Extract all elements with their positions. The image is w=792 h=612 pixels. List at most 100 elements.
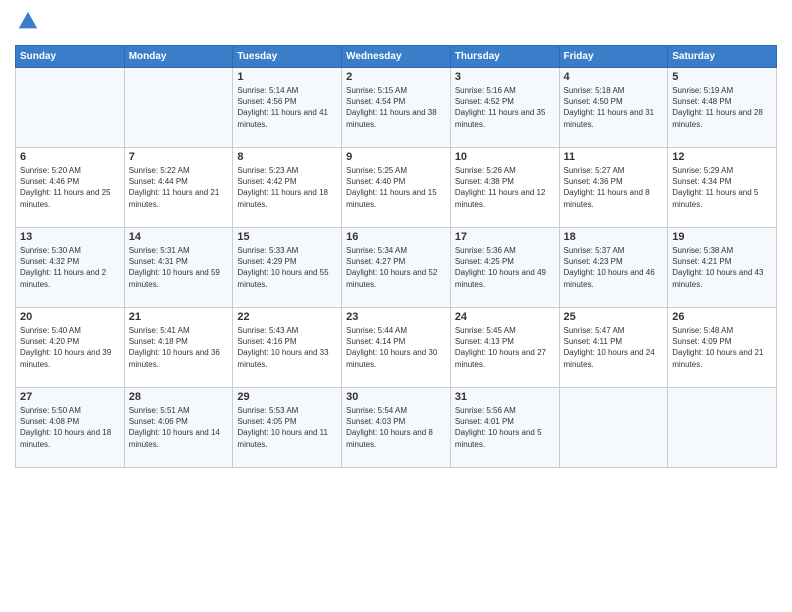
day-number: 8 bbox=[237, 151, 337, 163]
weekday-header: Thursday bbox=[450, 46, 559, 68]
day-number: 10 bbox=[455, 151, 555, 163]
day-info: Sunrise: 5:53 AM Sunset: 4:05 PM Dayligh… bbox=[237, 405, 337, 450]
day-info: Sunrise: 5:15 AM Sunset: 4:54 PM Dayligh… bbox=[346, 85, 446, 130]
calendar-cell: 25 Sunrise: 5:47 AM Sunset: 4:11 PM Dayli… bbox=[559, 308, 668, 388]
day-number: 22 bbox=[237, 311, 337, 323]
day-number: 19 bbox=[672, 231, 772, 243]
day-info: Sunrise: 5:27 AM Sunset: 4:36 PM Dayligh… bbox=[564, 165, 664, 210]
day-number: 7 bbox=[129, 151, 229, 163]
calendar-cell: 31Sunrise: 5:56 AM Sunset: 4:01 PM Dayli… bbox=[450, 388, 559, 468]
calendar-cell: 26 Sunrise: 5:48 AM Sunset: 4:09 PM Dayli… bbox=[668, 308, 777, 388]
day-number: 14 bbox=[129, 231, 229, 243]
calendar-cell: 1 Sunrise: 5:14 AM Sunset: 4:56 PM Daylig… bbox=[233, 68, 342, 148]
day-info: Sunrise: 5:33 AM Sunset: 4:29 PM Dayligh… bbox=[237, 245, 337, 290]
day-number: 26 bbox=[672, 311, 772, 323]
calendar-cell: 21 Sunrise: 5:41 AM Sunset: 4:18 PM Dayli… bbox=[124, 308, 233, 388]
calendar-cell: 12 Sunrise: 5:29 AM Sunset: 4:34 PM Dayli… bbox=[668, 148, 777, 228]
calendar-cell: 24Sunrise: 5:45 AM Sunset: 4:13 PM Dayli… bbox=[450, 308, 559, 388]
calendar-cell: 7Sunrise: 5:22 AM Sunset: 4:44 PM Daylig… bbox=[124, 148, 233, 228]
day-info: Sunrise: 5:29 AM Sunset: 4:34 PM Dayligh… bbox=[672, 165, 772, 210]
day-number: 11 bbox=[564, 151, 664, 163]
day-number: 4 bbox=[564, 71, 664, 83]
calendar-week-row: 6 Sunrise: 5:20 AM Sunset: 4:46 PM Daylig… bbox=[16, 148, 777, 228]
calendar-cell: 18Sunrise: 5:37 AM Sunset: 4:23 PM Dayli… bbox=[559, 228, 668, 308]
calendar-cell: 6 Sunrise: 5:20 AM Sunset: 4:46 PM Daylig… bbox=[16, 148, 125, 228]
header bbox=[15, 10, 777, 37]
day-info: Sunrise: 5:25 AM Sunset: 4:40 PM Dayligh… bbox=[346, 165, 446, 210]
logo bbox=[15, 10, 39, 37]
day-number: 17 bbox=[455, 231, 555, 243]
calendar-cell: 2 Sunrise: 5:15 AM Sunset: 4:54 PM Daylig… bbox=[342, 68, 451, 148]
calendar-cell: 9 Sunrise: 5:25 AM Sunset: 4:40 PM Daylig… bbox=[342, 148, 451, 228]
day-number: 3 bbox=[455, 71, 555, 83]
weekday-header: Tuesday bbox=[233, 46, 342, 68]
weekday-header: Monday bbox=[124, 46, 233, 68]
calendar-week-row: 13 Sunrise: 5:30 AM Sunset: 4:32 PM Dayli… bbox=[16, 228, 777, 308]
day-number: 23 bbox=[346, 311, 446, 323]
day-number: 13 bbox=[20, 231, 120, 243]
calendar-cell: 19 Sunrise: 5:38 AM Sunset: 4:21 PM Dayli… bbox=[668, 228, 777, 308]
day-info: Sunrise: 5:23 AM Sunset: 4:42 PM Dayligh… bbox=[237, 165, 337, 210]
day-info: Sunrise: 5:20 AM Sunset: 4:46 PM Dayligh… bbox=[20, 165, 120, 210]
day-number: 27 bbox=[20, 391, 120, 403]
day-number: 30 bbox=[346, 391, 446, 403]
day-number: 31 bbox=[455, 391, 555, 403]
day-info: Sunrise: 5:30 AM Sunset: 4:32 PM Dayligh… bbox=[20, 245, 120, 290]
day-info: Sunrise: 5:37 AM Sunset: 4:23 PM Dayligh… bbox=[564, 245, 664, 290]
calendar-page: SundayMondayTuesdayWednesdayThursdayFrid… bbox=[0, 0, 792, 612]
logo-icon bbox=[17, 10, 39, 32]
calendar-cell bbox=[668, 388, 777, 468]
calendar-cell: 28 Sunrise: 5:51 AM Sunset: 4:06 PM Dayli… bbox=[124, 388, 233, 468]
day-number: 1 bbox=[237, 71, 337, 83]
day-info: Sunrise: 5:48 AM Sunset: 4:09 PM Dayligh… bbox=[672, 325, 772, 370]
day-number: 2 bbox=[346, 71, 446, 83]
weekday-header: Friday bbox=[559, 46, 668, 68]
day-info: Sunrise: 5:50 AM Sunset: 4:08 PM Dayligh… bbox=[20, 405, 120, 450]
weekday-header: Wednesday bbox=[342, 46, 451, 68]
day-number: 15 bbox=[237, 231, 337, 243]
day-info: Sunrise: 5:34 AM Sunset: 4:27 PM Dayligh… bbox=[346, 245, 446, 290]
day-info: Sunrise: 5:26 AM Sunset: 4:38 PM Dayligh… bbox=[455, 165, 555, 210]
calendar-cell: 5Sunrise: 5:19 AM Sunset: 4:48 PM Daylig… bbox=[668, 68, 777, 148]
calendar-week-row: 1 Sunrise: 5:14 AM Sunset: 4:56 PM Daylig… bbox=[16, 68, 777, 148]
day-info: Sunrise: 5:43 AM Sunset: 4:16 PM Dayligh… bbox=[237, 325, 337, 370]
calendar-cell: 3 Sunrise: 5:16 AM Sunset: 4:52 PM Daylig… bbox=[450, 68, 559, 148]
day-number: 5 bbox=[672, 71, 772, 83]
calendar-cell: 4Sunrise: 5:18 AM Sunset: 4:50 PM Daylig… bbox=[559, 68, 668, 148]
calendar-week-row: 20Sunrise: 5:40 AM Sunset: 4:20 PM Dayli… bbox=[16, 308, 777, 388]
day-number: 29 bbox=[237, 391, 337, 403]
calendar-cell: 17Sunrise: 5:36 AM Sunset: 4:25 PM Dayli… bbox=[450, 228, 559, 308]
day-number: 6 bbox=[20, 151, 120, 163]
day-number: 16 bbox=[346, 231, 446, 243]
calendar-cell bbox=[16, 68, 125, 148]
calendar-cell: 16 Sunrise: 5:34 AM Sunset: 4:27 PM Dayli… bbox=[342, 228, 451, 308]
day-info: Sunrise: 5:16 AM Sunset: 4:52 PM Dayligh… bbox=[455, 85, 555, 130]
day-info: Sunrise: 5:47 AM Sunset: 4:11 PM Dayligh… bbox=[564, 325, 664, 370]
day-info: Sunrise: 5:14 AM Sunset: 4:56 PM Dayligh… bbox=[237, 85, 337, 130]
day-info: Sunrise: 5:41 AM Sunset: 4:18 PM Dayligh… bbox=[129, 325, 229, 370]
day-info: Sunrise: 5:54 AM Sunset: 4:03 PM Dayligh… bbox=[346, 405, 446, 450]
calendar-cell: 10 Sunrise: 5:26 AM Sunset: 4:38 PM Dayli… bbox=[450, 148, 559, 228]
calendar-week-row: 27 Sunrise: 5:50 AM Sunset: 4:08 PM Dayli… bbox=[16, 388, 777, 468]
calendar-header: SundayMondayTuesdayWednesdayThursdayFrid… bbox=[16, 46, 777, 68]
weekday-header: Sunday bbox=[16, 46, 125, 68]
day-number: 9 bbox=[346, 151, 446, 163]
calendar-cell: 8 Sunrise: 5:23 AM Sunset: 4:42 PM Daylig… bbox=[233, 148, 342, 228]
day-number: 12 bbox=[672, 151, 772, 163]
calendar-cell: 13 Sunrise: 5:30 AM Sunset: 4:32 PM Dayli… bbox=[16, 228, 125, 308]
calendar-cell: 20Sunrise: 5:40 AM Sunset: 4:20 PM Dayli… bbox=[16, 308, 125, 388]
calendar-cell bbox=[559, 388, 668, 468]
day-info: Sunrise: 5:51 AM Sunset: 4:06 PM Dayligh… bbox=[129, 405, 229, 450]
calendar-cell bbox=[124, 68, 233, 148]
day-info: Sunrise: 5:38 AM Sunset: 4:21 PM Dayligh… bbox=[672, 245, 772, 290]
calendar-cell: 30 Sunrise: 5:54 AM Sunset: 4:03 PM Dayli… bbox=[342, 388, 451, 468]
calendar-body: 1 Sunrise: 5:14 AM Sunset: 4:56 PM Daylig… bbox=[16, 68, 777, 468]
day-number: 21 bbox=[129, 311, 229, 323]
day-number: 20 bbox=[20, 311, 120, 323]
calendar-cell: 14Sunrise: 5:31 AM Sunset: 4:31 PM Dayli… bbox=[124, 228, 233, 308]
day-number: 28 bbox=[129, 391, 229, 403]
day-number: 25 bbox=[564, 311, 664, 323]
day-number: 24 bbox=[455, 311, 555, 323]
weekday-header: Saturday bbox=[668, 46, 777, 68]
weekday-row: SundayMondayTuesdayWednesdayThursdayFrid… bbox=[16, 46, 777, 68]
